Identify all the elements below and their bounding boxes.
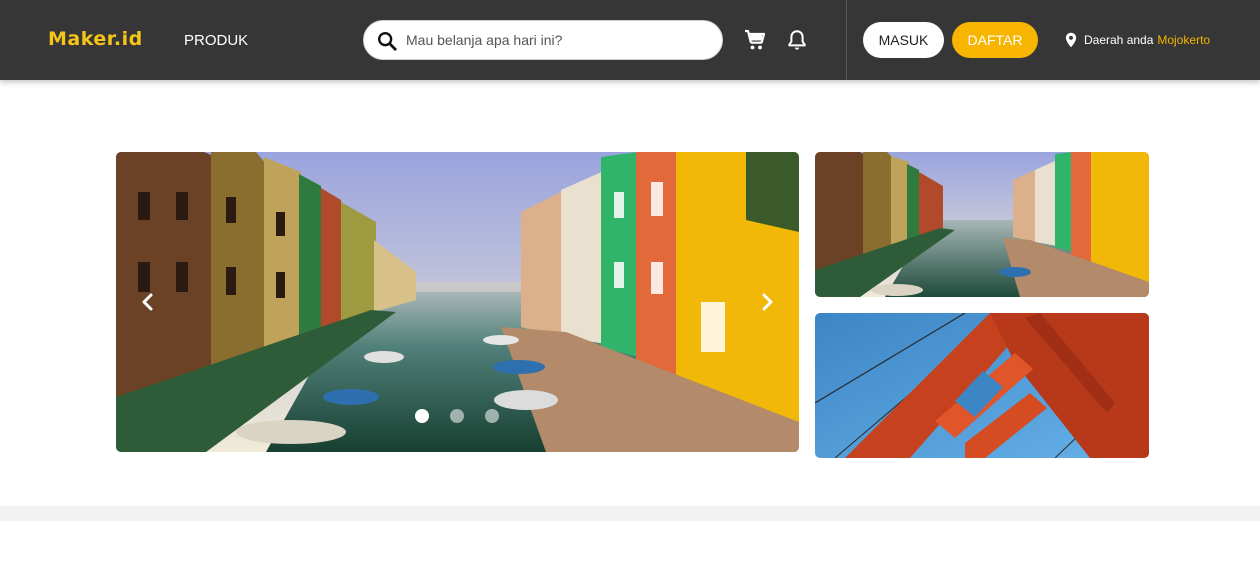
carousel-dot[interactable] (485, 409, 499, 423)
side-banner-image (815, 313, 1149, 458)
top-navbar: Maker.id PRODUK MASUK DAFTAR Daerah anda… (0, 0, 1260, 80)
carousel-indicators (415, 409, 505, 423)
header-divider (846, 0, 847, 80)
carousel-slide-image (116, 152, 799, 452)
section-divider-band (0, 506, 1260, 521)
chevron-right-icon[interactable] (757, 292, 777, 312)
hero-carousel[interactable] (116, 152, 799, 452)
region-city[interactable]: Mojokerto (1157, 33, 1210, 47)
cart-icon[interactable] (743, 28, 767, 52)
side-banner-top[interactable] (815, 152, 1149, 297)
nav-produk-link[interactable]: PRODUK (184, 32, 248, 49)
carousel-dot[interactable] (415, 409, 429, 423)
logo[interactable]: Maker.id (48, 28, 143, 50)
search-bar[interactable] (363, 20, 723, 60)
search-input[interactable] (406, 29, 706, 51)
search-icon[interactable] (376, 30, 398, 52)
region-selector[interactable]: Daerah anda Mojokerto (1064, 31, 1210, 49)
location-pin-icon (1065, 32, 1077, 48)
bell-icon[interactable] (785, 28, 809, 52)
side-banner-bottom[interactable] (815, 313, 1149, 458)
side-banner-image (815, 152, 1149, 297)
register-button[interactable]: DAFTAR (952, 22, 1038, 58)
login-button[interactable]: MASUK (863, 22, 944, 58)
region-label: Daerah anda (1084, 33, 1154, 47)
carousel-dot[interactable] (450, 409, 464, 423)
chevron-left-icon[interactable] (138, 292, 158, 312)
